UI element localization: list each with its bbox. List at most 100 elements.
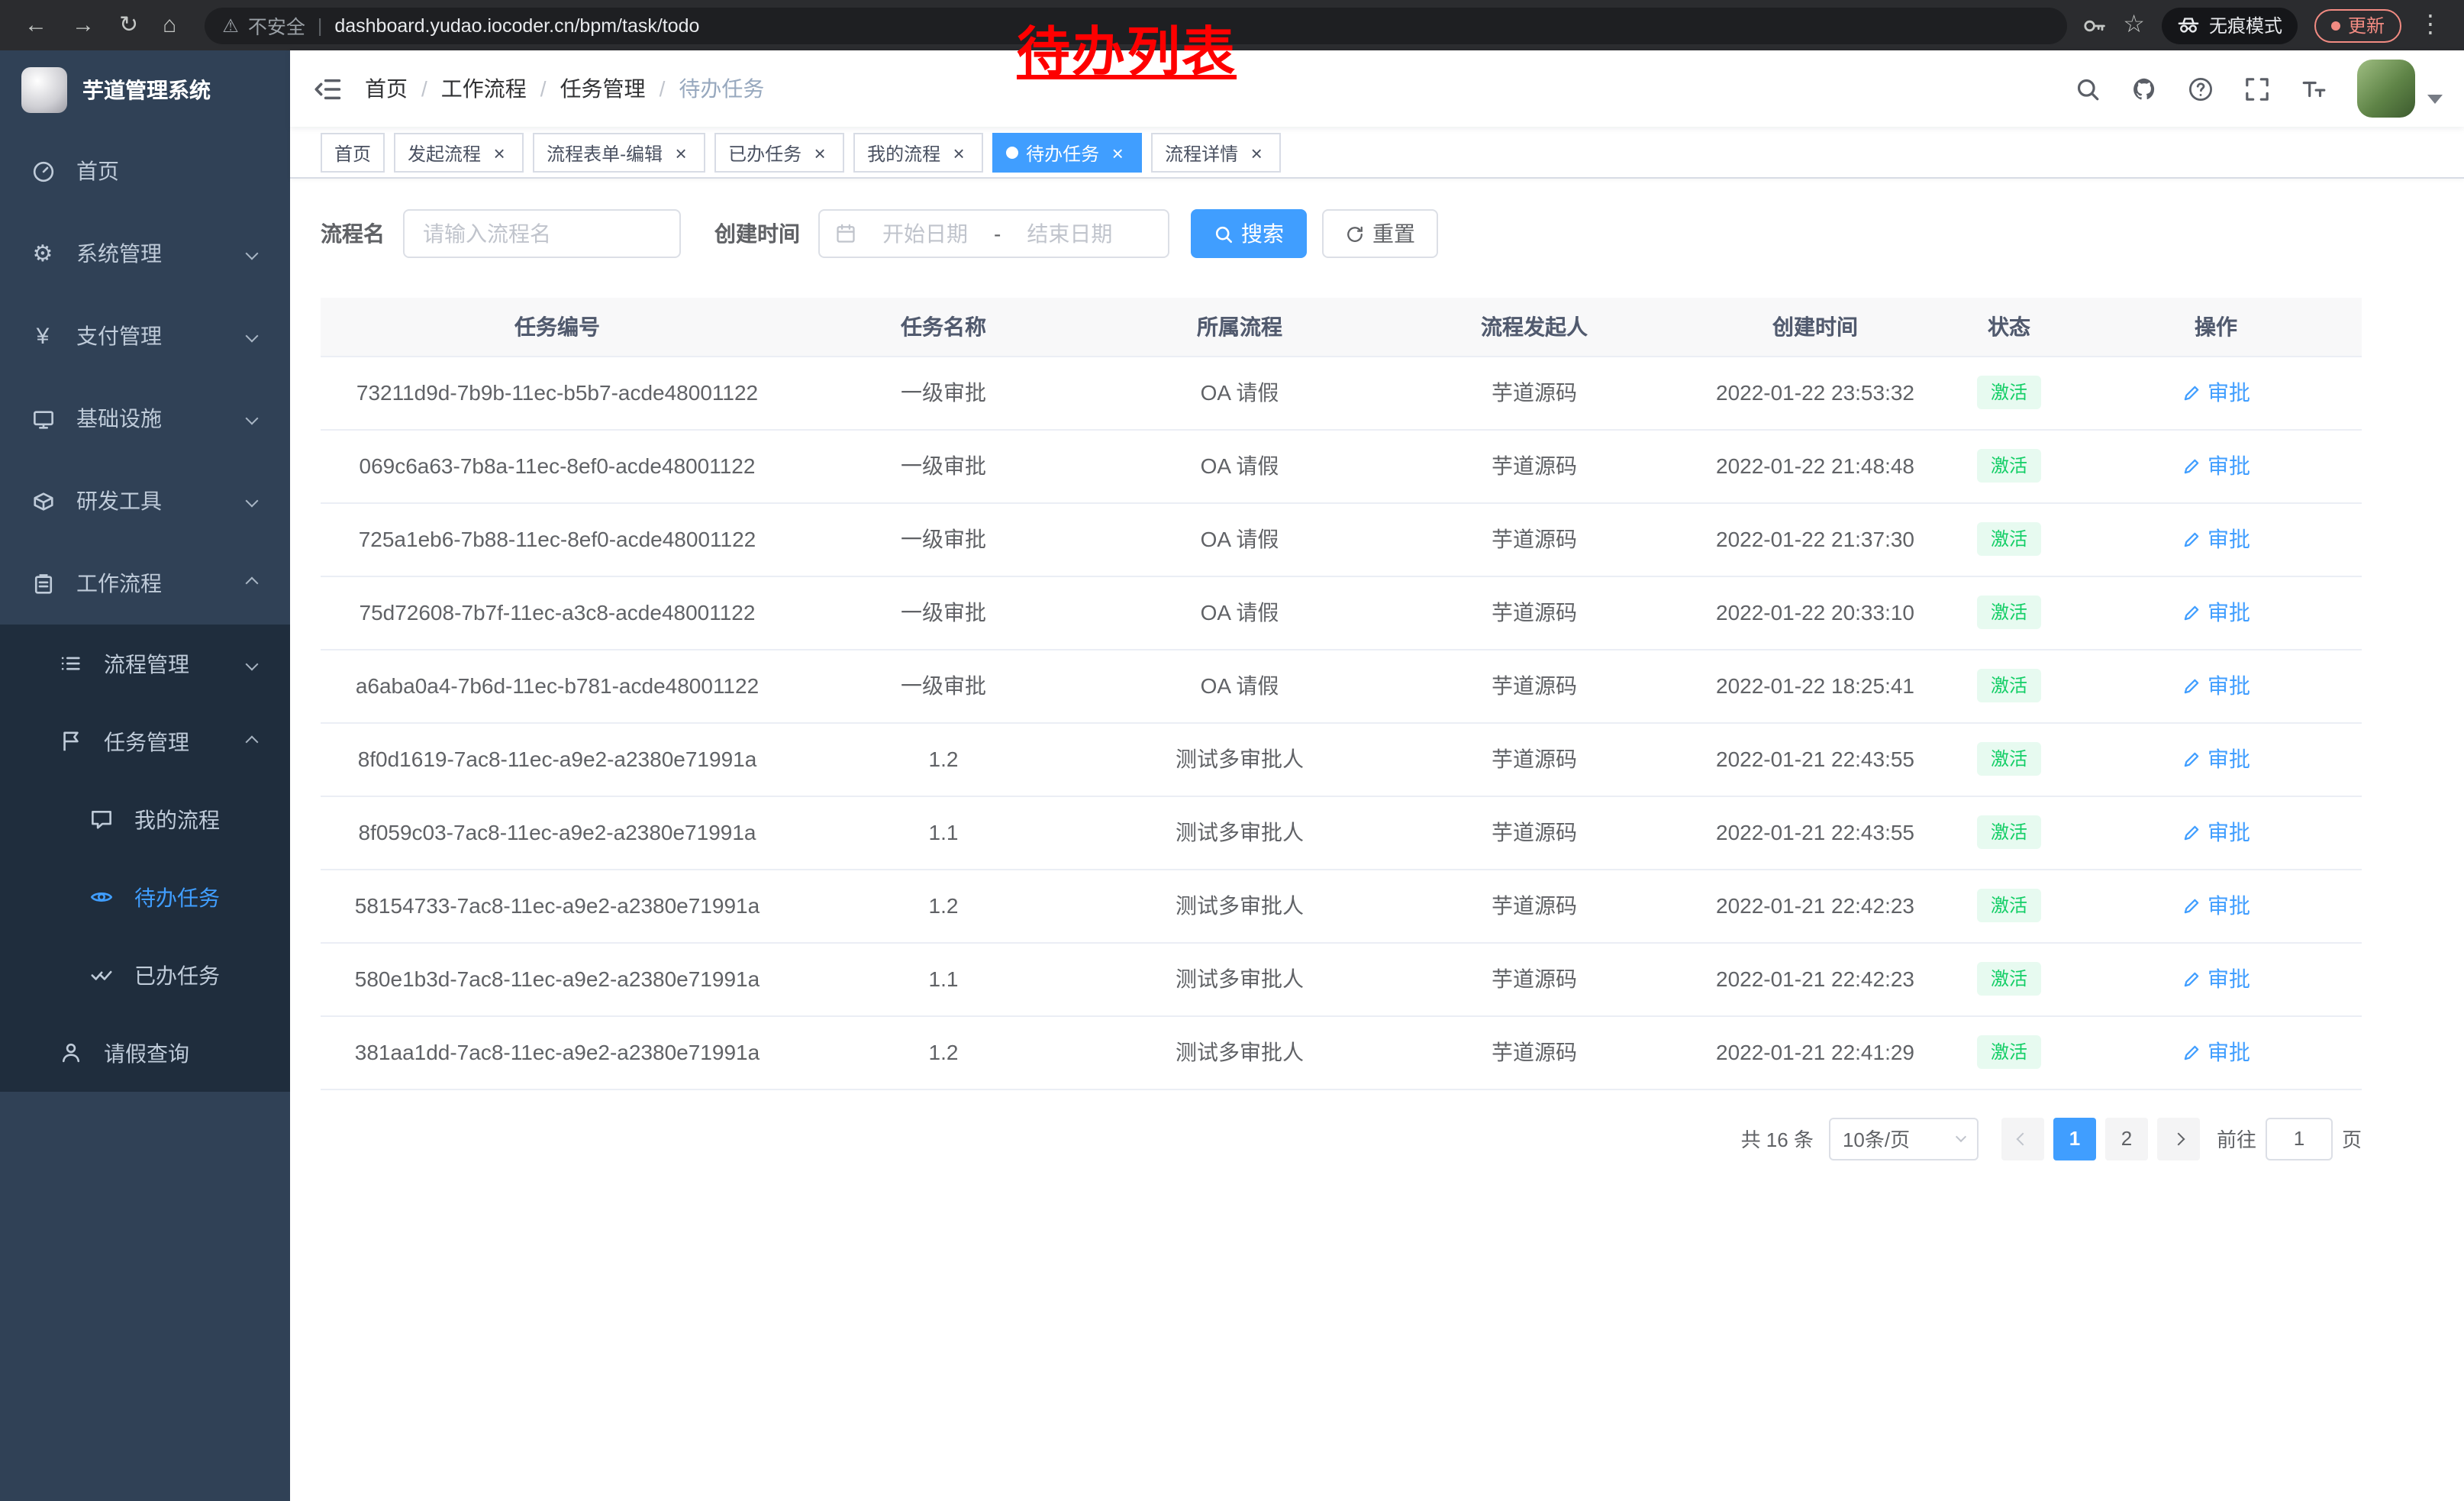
page-button-2[interactable]: 2 [2105,1117,2148,1160]
sidebar-item-label: 基础设施 [76,403,162,434]
sidebar-menu: 首页 ⚙ 系统管理 ¥ 支付管理 基础设施 [0,130,290,1092]
cell-initiator: 芋道源码 [1386,722,1682,796]
sidebar-item-done-tasks[interactable]: 已办任务 [0,936,290,1014]
breadcrumb-current: 待办任务 [679,73,764,104]
page-button-1[interactable]: 1 [2053,1117,2096,1160]
cell-name: 1.2 [794,1015,1093,1089]
tab-process-detail[interactable]: 流程详情 × [1151,133,1281,173]
caret-down-icon [2427,95,2443,104]
date-range-picker[interactable]: - [818,209,1169,258]
cell-initiator: 芋道源码 [1386,942,1682,1015]
tab-start-process[interactable]: 发起流程 × [394,133,524,173]
cell-id: 381aa1dd-7ac8-11ec-a9e2-a2380e71991a [321,1015,794,1089]
sidebar-item-label: 待办任务 [134,882,220,912]
github-icon[interactable] [2116,50,2172,127]
yen-icon: ¥ [31,324,55,348]
approve-link[interactable]: 审批 [2182,377,2250,408]
approve-link[interactable]: 审批 [2182,964,2250,994]
tab-label: 发起流程 [408,140,481,166]
approve-link[interactable]: 审批 [2182,450,2250,481]
tab-label: 我的流程 [867,140,940,166]
key-icon[interactable] [2082,13,2106,37]
reset-button[interactable]: 重置 [1322,209,1438,258]
sidebar-item-workflow[interactable]: 工作流程 [0,542,290,625]
tab-close-icon[interactable]: × [489,142,510,163]
update-button[interactable]: 更新 [2314,8,2401,42]
process-name-input[interactable] [403,209,681,258]
approve-link[interactable]: 审批 [2182,524,2250,554]
breadcrumb-item[interactable]: 任务管理 [560,73,646,104]
cell-initiator: 芋道源码 [1386,429,1682,502]
cell-action: 审批 [2070,722,2362,796]
prev-page-button[interactable] [2001,1117,2044,1160]
gear-icon: ⚙ [31,241,55,266]
incognito-icon [2177,14,2200,37]
cell-action: 审批 [2070,429,2362,502]
tab-home[interactable]: 首页 [321,133,385,173]
approve-link[interactable]: 审批 [2182,890,2250,921]
approve-link[interactable]: 审批 [2182,744,2250,774]
start-date-input[interactable] [863,221,988,246]
cell-initiator: 芋道源码 [1386,1015,1682,1089]
breadcrumb-item[interactable]: 首页 [365,73,408,104]
sidebar-item-process-management[interactable]: 流程管理 [0,625,290,702]
back-icon[interactable]: ← [24,14,47,37]
sidebar-item-system[interactable]: ⚙ 系统管理 [0,212,290,295]
sidebar-item-infrastructure[interactable]: 基础设施 [0,377,290,460]
task-table-body: 73211d9d-7b9b-11ec-b5b7-acde48001122一级审批… [321,356,2362,1089]
tab-close-icon[interactable]: × [948,142,969,163]
tab-close-icon[interactable]: × [1246,142,1267,163]
tab-todo-tasks[interactable]: 待办任务 × [992,133,1142,173]
font-size-icon[interactable] [2285,50,2342,127]
approve-link[interactable]: 审批 [2182,817,2250,847]
cell-id: 069c6a63-7b8a-11ec-8ef0-acde48001122 [321,429,794,502]
tab-done-tasks[interactable]: 已办任务 × [714,133,844,173]
tab-my-process[interactable]: 我的流程 × [853,133,983,173]
cell-time: 2022-01-21 22:43:55 [1682,796,1948,869]
app-logo[interactable]: 芋道管理系统 [0,50,290,130]
reload-icon[interactable]: ↻ [119,14,138,37]
sidebar-item-leave-query[interactable]: 请假查询 [0,1014,290,1092]
cell-process: OA 请假 [1093,429,1386,502]
chevron-down-icon [246,657,259,670]
search-icon[interactable] [2059,50,2116,127]
workflow-submenu: 流程管理 任务管理 我的流程 [0,625,290,1092]
bookmark-star-icon[interactable]: ☆ [2123,13,2145,37]
tab-close-icon[interactable]: × [809,142,830,163]
sidebar-item-label: 流程管理 [104,648,189,679]
sidebar-item-label: 研发工具 [76,486,162,516]
goto-page-input[interactable] [2266,1117,2333,1160]
tab-close-icon[interactable]: × [670,142,692,163]
approve-link[interactable]: 审批 [2182,670,2250,701]
sidebar-item-label: 系统管理 [76,238,162,269]
sidebar-item-todo-tasks[interactable]: 待办任务 [0,858,290,936]
forward-icon[interactable]: → [72,14,95,37]
cell-status: 激活 [1948,502,2070,576]
edit-icon [2182,896,2201,915]
sidebar-item-home[interactable]: 首页 [0,130,290,212]
approve-link[interactable]: 审批 [2182,597,2250,628]
approve-link[interactable]: 审批 [2182,1037,2250,1067]
sidebar-item-my-process[interactable]: 我的流程 [0,780,290,858]
sidebar-item-payment[interactable]: ¥ 支付管理 [0,295,290,377]
tab-label: 流程表单-编辑 [547,140,663,166]
user-menu[interactable] [2357,60,2443,118]
cell-id: 73211d9d-7b9b-11ec-b5b7-acde48001122 [321,356,794,429]
cell-process: 测试多审批人 [1093,722,1386,796]
end-date-input[interactable] [1007,221,1132,246]
box-icon [31,489,55,513]
search-button[interactable]: 搜索 [1191,209,1307,258]
sidebar-item-task-management[interactable]: 任务管理 [0,702,290,780]
tab-process-form-edit[interactable]: 流程表单-编辑 × [533,133,705,173]
cell-time: 2022-01-21 22:41:29 [1682,1015,1948,1089]
home-icon[interactable]: ⌂ [163,14,176,37]
sidebar-collapse-icon[interactable] [290,74,365,103]
sidebar-item-devtools[interactable]: 研发工具 [0,460,290,542]
tab-close-icon[interactable]: × [1107,142,1128,163]
browser-menu-icon[interactable]: ⋮ [2418,13,2443,37]
fullscreen-icon[interactable] [2229,50,2285,127]
page-size-select[interactable]: 10条/页 [1829,1117,1979,1160]
breadcrumb-item[interactable]: 工作流程 [441,73,527,104]
next-page-button[interactable] [2157,1117,2200,1160]
help-icon[interactable] [2172,50,2229,127]
